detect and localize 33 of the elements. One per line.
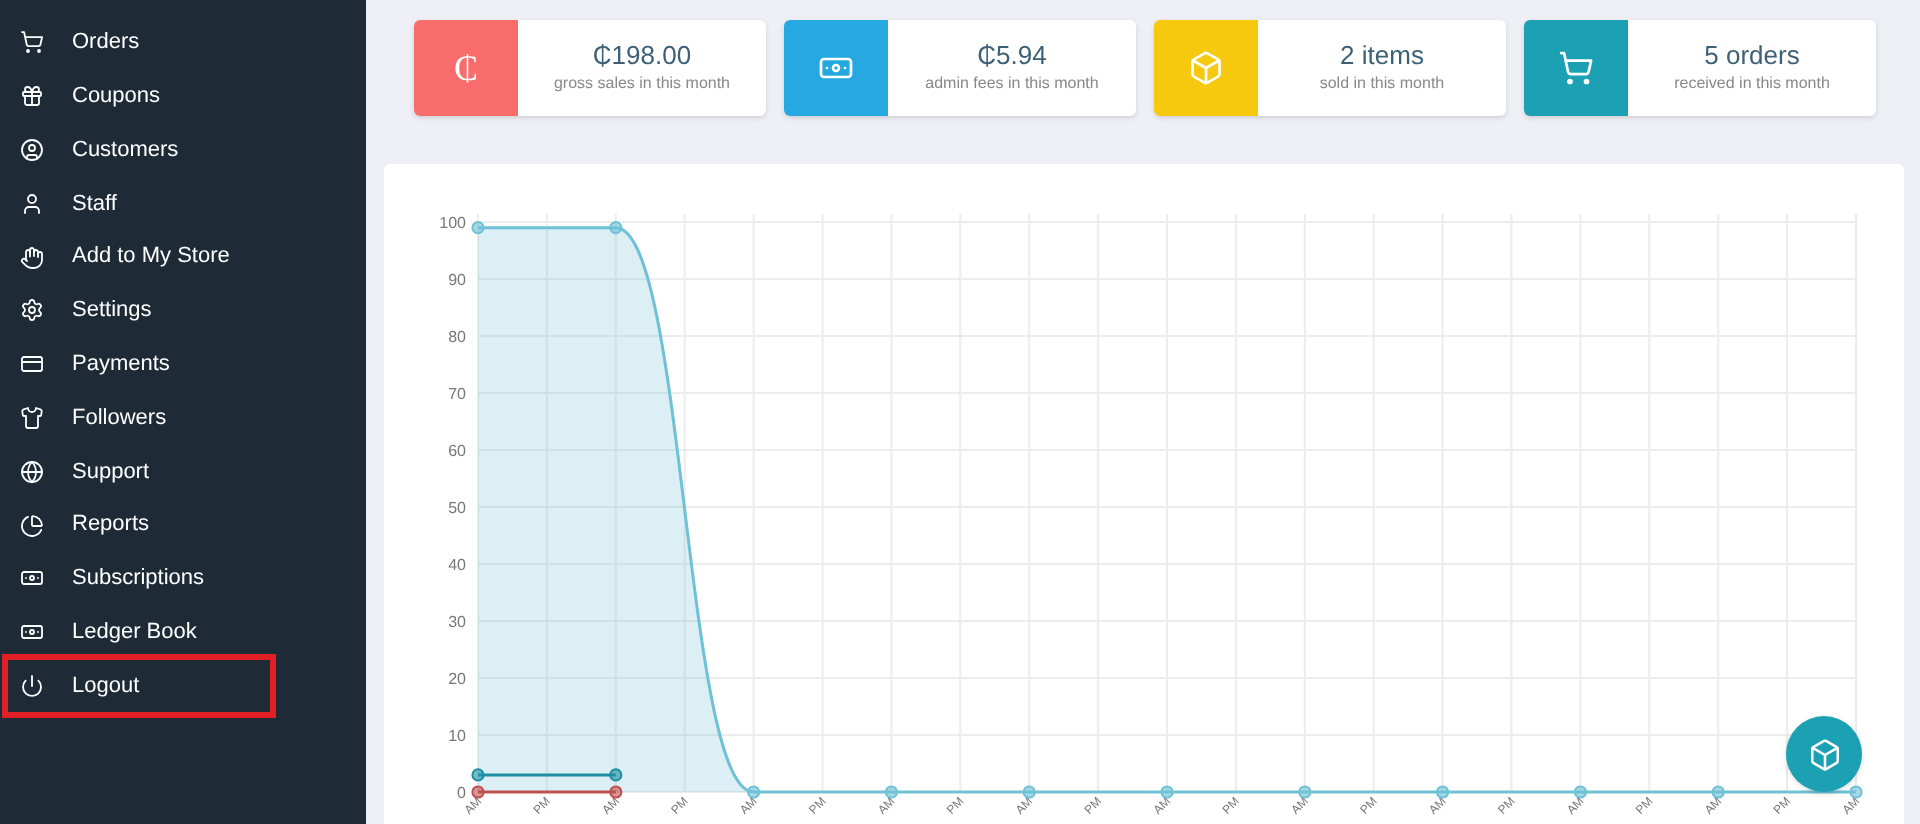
sidebar-item[interactable]: Ledger Book bbox=[8, 605, 270, 660]
y-axis-label: 40 bbox=[448, 556, 466, 574]
sidebar-item[interactable]: Staff bbox=[8, 176, 270, 231]
sidebar-item[interactable]: Followers bbox=[8, 391, 270, 445]
y-axis-label: 60 bbox=[448, 442, 466, 460]
sidebar-item[interactable]: Customers bbox=[8, 123, 270, 177]
y-axis-label: 0 bbox=[457, 784, 466, 802]
sidebar-item[interactable]: Subscriptions bbox=[8, 551, 270, 606]
sidebar-item[interactable]: Add to My Store bbox=[8, 230, 270, 284]
stat-caption: admin fees in this month bbox=[925, 72, 1099, 96]
sidebar-item[interactable]: Orders bbox=[8, 16, 270, 70]
sidebar-item[interactable]: Support bbox=[8, 444, 270, 499]
y-axis-label: 30 bbox=[448, 613, 466, 631]
stat-value: ₵5.94 bbox=[977, 40, 1047, 72]
stat-value: 5 orders bbox=[1704, 40, 1800, 72]
y-axis-label: 50 bbox=[448, 499, 466, 517]
y-axis-label: 20 bbox=[448, 670, 466, 688]
stat-value: 2 items bbox=[1340, 40, 1424, 72]
y-axis-label: 100 bbox=[439, 214, 466, 232]
y-axis-label: 70 bbox=[448, 385, 466, 403]
stat-caption: received in this month bbox=[1674, 72, 1830, 96]
y-axis-label: 90 bbox=[448, 271, 466, 289]
sidebar-item[interactable]: Reports bbox=[8, 498, 270, 552]
stat-value: ₵198.00 bbox=[592, 40, 692, 72]
sidebar-item[interactable]: Settings bbox=[8, 283, 270, 338]
stat-caption: gross sales in this month bbox=[553, 72, 731, 96]
y-axis-label: 10 bbox=[448, 727, 466, 745]
sidebar-item[interactable]: Logout bbox=[8, 659, 270, 713]
sidebar-item[interactable]: Coupons bbox=[8, 69, 270, 124]
stat-caption: sold in this month bbox=[1319, 72, 1445, 96]
y-axis-label: 80 bbox=[448, 328, 466, 346]
sidebar-item[interactable]: Payments bbox=[8, 337, 270, 392]
cedi-icon: ₵ bbox=[453, 41, 478, 95]
